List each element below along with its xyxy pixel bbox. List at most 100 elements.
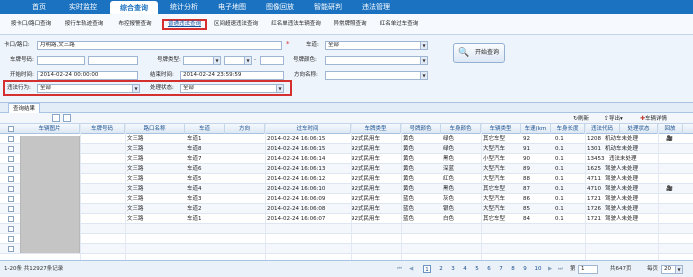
row-checkbox[interactable] bbox=[8, 216, 14, 222]
table-row[interactable]: 文三路 车道2 2014-02-24 16:06:08 92式民用车 蓝色 银色… bbox=[0, 204, 693, 214]
row-checkbox[interactable] bbox=[8, 196, 14, 202]
row-checkbox[interactable] bbox=[8, 206, 14, 212]
subnav-redlist-violation-query[interactable]: 红名单违法车辆查询 bbox=[266, 19, 326, 30]
checkpoint-field[interactable]: 月明路,文三路 bbox=[37, 41, 282, 50]
select-all-checkbox[interactable] bbox=[8, 126, 14, 132]
col-length[interactable]: 车身长度 bbox=[551, 124, 585, 134]
row-checkbox[interactable] bbox=[8, 246, 14, 252]
col-body-color[interactable]: 车身颜色 bbox=[441, 124, 481, 134]
table-row[interactable]: 文三路 车道8 2014-02-24 16:06:15 92式民用车 黄色 绿色… bbox=[0, 144, 693, 154]
col-vehicle-image[interactable]: 车辆图片 bbox=[20, 124, 80, 134]
refresh-button[interactable]: ↻刷新 bbox=[573, 114, 589, 123]
table-row[interactable]: 文三路 车道4 2014-02-24 16:06:10 92式民用车 黄色 黑色… bbox=[0, 184, 693, 194]
plate-type-select-2[interactable]: ▼ bbox=[224, 56, 252, 65]
nav-home[interactable]: 首页 bbox=[22, 0, 56, 14]
export-button[interactable]: ⇪导出▾ bbox=[604, 114, 623, 123]
road-select[interactable]: 全部 ▼ bbox=[325, 41, 428, 50]
start-time-field[interactable]: 2014-02-24 00:00:00 bbox=[37, 71, 138, 80]
row-checkbox[interactable] bbox=[8, 236, 14, 242]
page-6[interactable]: 6 bbox=[485, 265, 493, 273]
page-2[interactable]: 2 bbox=[437, 265, 445, 273]
col-speed[interactable]: 车速(km bbox=[521, 124, 551, 134]
cell-code: 1625 bbox=[587, 166, 601, 172]
table-row[interactable]: 文三路 车道6 2014-02-24 16:06:13 92式民用车 黄色 深蓝… bbox=[0, 164, 693, 174]
page-9[interactable]: 9 bbox=[521, 265, 529, 273]
playback-icon[interactable]: 🎥 bbox=[666, 184, 676, 194]
table-row[interactable] bbox=[0, 244, 693, 254]
cell-road: 文三路 bbox=[127, 156, 144, 162]
subnav-abnormal-plate-query[interactable]: 异常牌照查询 bbox=[329, 19, 371, 30]
subnav-alarm-query[interactable]: 布控报警查询 bbox=[112, 19, 158, 30]
plate-range-end[interactable] bbox=[260, 56, 284, 65]
row-checkbox[interactable] bbox=[8, 176, 14, 182]
cell-status: 驾驶人未处理 bbox=[605, 186, 639, 192]
direction-select[interactable]: ▼ bbox=[325, 71, 428, 80]
subnav-normal-violation-query[interactable]: 普通违法查询 bbox=[162, 19, 207, 30]
list-view-icon[interactable] bbox=[52, 114, 60, 122]
nav-violation-management[interactable]: 违法管理 bbox=[354, 0, 398, 14]
nav-image-playback[interactable]: 图像回放 bbox=[258, 0, 302, 14]
plate-color-select[interactable]: ▼ bbox=[325, 56, 428, 65]
page-5[interactable]: 5 bbox=[473, 265, 481, 273]
status-select[interactable]: 全部 ▼ bbox=[180, 84, 284, 93]
nav-map[interactable]: 电子地图 bbox=[210, 0, 254, 14]
table-row[interactable]: 文三路 车道5 2014-02-24 16:06:12 92式民用车 黄色 红色… bbox=[0, 174, 693, 184]
col-violation-code[interactable]: 违法代码 bbox=[585, 124, 620, 134]
table-row[interactable]: 文三路 车道3 2014-02-24 16:06:09 92式民用车 蓝色 灰色… bbox=[0, 194, 693, 204]
table-row[interactable] bbox=[0, 234, 693, 244]
subnav-redlist-pass-query[interactable]: 红名单过车查询 bbox=[374, 19, 424, 30]
col-direction[interactable]: 方向 bbox=[225, 124, 265, 134]
end-time-field[interactable]: 2014-02-24 23:59:59 bbox=[180, 71, 284, 80]
col-road-name[interactable]: 路口名称 bbox=[125, 124, 185, 134]
per-page-select[interactable]: 20 ▼ bbox=[661, 265, 683, 274]
subnav-track-query[interactable]: 按行车轨迹查询 bbox=[60, 19, 108, 30]
subnav-checkpoint-query[interactable]: 按卡口/路口查询 bbox=[6, 19, 56, 30]
page-7[interactable]: 7 bbox=[497, 265, 505, 273]
row-checkbox[interactable] bbox=[8, 166, 14, 172]
table-row[interactable]: 文三路 车道7 2014-02-24 16:06:14 92式民用车 黄色 黑色… bbox=[0, 154, 693, 164]
table-row[interactable]: 文三路 车道1 2014-02-24 16:06:15 92式民用车 黄色 绿色… bbox=[0, 134, 693, 144]
row-checkbox[interactable] bbox=[8, 146, 14, 152]
page-10[interactable]: 10 bbox=[533, 265, 543, 273]
goto-page-input[interactable]: 1 bbox=[578, 265, 598, 274]
col-lane[interactable]: 车道 bbox=[185, 124, 225, 134]
vehicle-image-placeholder[interactable] bbox=[20, 136, 80, 253]
col-playback[interactable]: 回放 bbox=[658, 124, 683, 134]
cell-length: 0.1 bbox=[555, 146, 564, 152]
col-plate-number[interactable]: 车牌号码 bbox=[80, 124, 125, 134]
row-checkbox[interactable] bbox=[8, 226, 14, 232]
nav-realtime-monitor[interactable]: 实时监控 bbox=[60, 0, 106, 14]
start-query-button[interactable]: 🔍 开始查询 bbox=[453, 43, 505, 63]
plate-field[interactable] bbox=[37, 56, 85, 65]
col-status[interactable]: 处理状态 bbox=[620, 124, 658, 134]
grid-view-icon[interactable] bbox=[63, 114, 71, 122]
vehicle-detail-button[interactable]: ✚车辆详情 bbox=[640, 114, 667, 123]
playback-icon[interactable]: 🎥 bbox=[666, 134, 676, 144]
nav-analysis[interactable]: 智能研判 bbox=[306, 0, 350, 14]
table-row[interactable] bbox=[0, 224, 693, 234]
plate-type-select[interactable]: ▼ bbox=[183, 56, 221, 65]
col-pass-time[interactable]: 过车时间 bbox=[265, 124, 351, 134]
col-plate-color[interactable]: 号牌颜色 bbox=[401, 124, 441, 134]
nav-statistics[interactable]: 统计分析 bbox=[162, 0, 206, 14]
page-4[interactable]: 4 bbox=[461, 265, 469, 273]
prev-page-icon[interactable]: ◀ bbox=[409, 265, 413, 274]
next-page-icon[interactable]: ▶ bbox=[548, 265, 552, 274]
col-plate-type[interactable]: 车牌类型 bbox=[351, 124, 401, 134]
page-8[interactable]: 8 bbox=[509, 265, 517, 273]
page-1[interactable]: 1 bbox=[423, 265, 431, 273]
row-checkbox[interactable] bbox=[8, 156, 14, 162]
first-page-icon[interactable]: ⏮ bbox=[397, 265, 402, 274]
page-3[interactable]: 3 bbox=[449, 265, 457, 273]
violation-select[interactable]: 全部 ▼ bbox=[37, 84, 140, 93]
row-checkbox[interactable] bbox=[8, 136, 14, 142]
table-row[interactable]: 文三路 车道1 2014-02-24 16:06:07 92式民用车 蓝色 白色… bbox=[0, 214, 693, 224]
last-page-icon[interactable]: ⏭ bbox=[558, 265, 563, 274]
subnav-interval-speed-query[interactable]: 区间超速违法查询 bbox=[209, 19, 263, 30]
results-tab[interactable]: 查询结果 bbox=[8, 103, 41, 113]
plate-field-extra[interactable] bbox=[88, 56, 138, 65]
row-checkbox[interactable] bbox=[8, 186, 14, 192]
col-vehicle-type[interactable]: 车辆类型 bbox=[481, 124, 521, 134]
goto-label: 第 bbox=[570, 266, 576, 272]
nav-comprehensive-query[interactable]: 综合查询 bbox=[110, 1, 158, 14]
